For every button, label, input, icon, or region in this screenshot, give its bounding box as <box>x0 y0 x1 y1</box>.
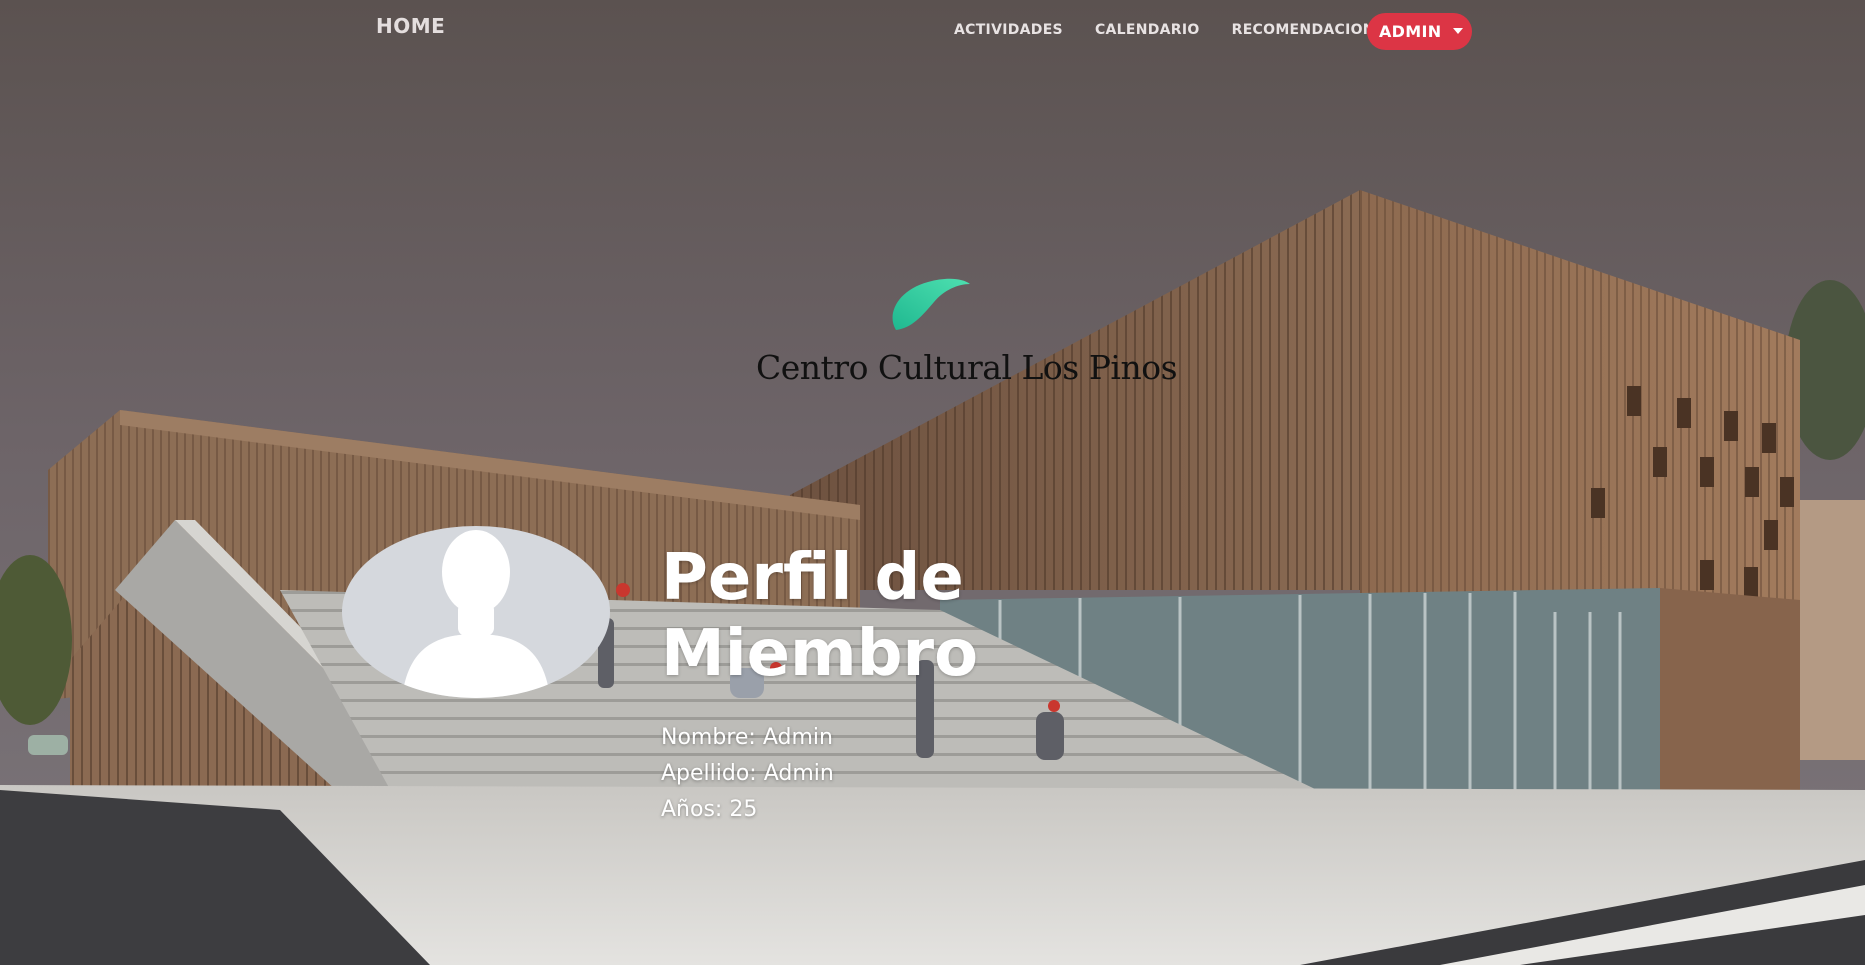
page: HOME ACTIVIDADES CALENDARIO RECOMENDACIO… <box>0 0 1865 965</box>
profile-name: Nombre: Admin <box>661 725 833 750</box>
page-title: Perfil de Miembro <box>661 541 979 691</box>
logo-text: Centro Cultural Los Pinos <box>756 348 1178 387</box>
user-menu-button[interactable]: ADMIN <box>1367 13 1472 50</box>
profile-surname: Apellido: Admin <box>661 761 834 786</box>
profile-details: Nombre: Admin Apellido: Admin Años: 25 <box>661 720 834 828</box>
avatar <box>342 526 610 698</box>
leaf-icon <box>892 278 970 330</box>
user-silhouette-icon <box>402 530 550 698</box>
nav-link-actividades[interactable]: ACTIVIDADES <box>954 22 1063 38</box>
profile-age: Años: 25 <box>661 797 758 822</box>
nav-links: ACTIVIDADES CALENDARIO RECOMENDACIONES <box>954 22 1395 38</box>
background-image <box>0 0 1865 965</box>
site-logo: Centro Cultural Los Pinos <box>740 276 1178 396</box>
nav-link-calendario[interactable]: CALENDARIO <box>1095 22 1200 38</box>
user-menu-label: ADMIN <box>1379 22 1442 41</box>
chevron-down-icon[interactable] <box>1453 28 1463 34</box>
nav-home-link[interactable]: HOME <box>376 14 445 38</box>
